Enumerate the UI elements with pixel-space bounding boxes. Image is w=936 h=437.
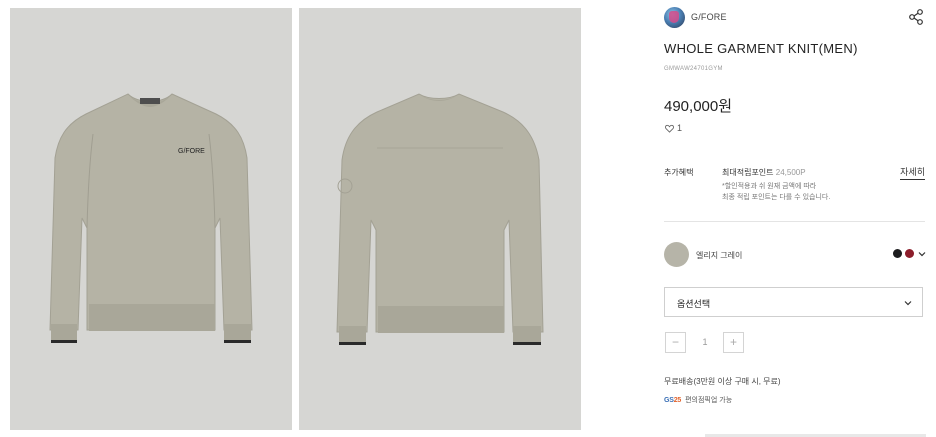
quantity-increase-button[interactable]: + xyxy=(723,332,744,353)
pickup-info: GS25 편의점픽업 가능 xyxy=(664,395,732,405)
selected-color-name: 엘리지 그레이 xyxy=(696,251,743,260)
product-image-front[interactable]: G/FORE xyxy=(10,8,292,430)
sweater-back-illustration xyxy=(336,93,544,345)
share-icon[interactable] xyxy=(908,9,924,25)
product-price: 490,000원 xyxy=(664,98,733,115)
quantity-value[interactable]: 1 xyxy=(693,337,717,347)
benefit-note: *할인적용과 쉬 원재 금액에 따라 최종 적립 포인트는 다를 수 있습니다. xyxy=(722,181,872,203)
chevron-down-icon[interactable] xyxy=(918,250,926,258)
max-points-value: 24,500P xyxy=(775,168,806,177)
divider xyxy=(664,221,925,222)
product-sku: GMWAW24701GYM xyxy=(664,66,723,72)
like-button[interactable]: 1 xyxy=(665,123,682,133)
brand-name[interactable]: G/FORE xyxy=(691,12,727,22)
chest-logo: G/FORE xyxy=(178,148,205,155)
heart-icon xyxy=(665,124,674,133)
benefit-note-line2: 최종 적립 포인트는 다를 수 있습니다. xyxy=(722,194,831,201)
option-select[interactable]: 옵션선택 xyxy=(664,287,923,317)
brand-avatar-icon[interactable] xyxy=(664,7,685,28)
like-count: 1 xyxy=(677,123,683,133)
brand-row: G/FORE xyxy=(664,7,926,29)
sweater-front-illustration: G/FORE xyxy=(49,93,253,343)
color-option-black[interactable] xyxy=(893,249,902,258)
pickup-text: 편의점픽업 가능 xyxy=(685,397,733,404)
gs25-logo-text-a: GS xyxy=(664,396,674,404)
benefit-label: 추가혜택 xyxy=(664,168,694,177)
color-options xyxy=(893,249,926,258)
gs25-logo-icon: GS25 xyxy=(664,397,681,404)
max-points: 최대적립포인트 24,500P xyxy=(722,167,806,178)
product-image-back[interactable] xyxy=(299,8,581,430)
shipping-info: 무료배송(3만원 이상 구매 시, 무료) xyxy=(664,377,781,386)
detail-link[interactable]: 자세히 xyxy=(900,165,925,180)
benefit-note-line1: *할인적용과 쉬 원재 금액에 따라 xyxy=(722,183,817,190)
option-select-label: 옵션선택 xyxy=(677,299,711,309)
quantity-stepper: − 1 + xyxy=(665,332,745,354)
color-selector: 엘리지 그레이 xyxy=(664,242,926,268)
chevron-down-icon xyxy=(904,301,912,306)
gs25-logo-text-b: 25 xyxy=(673,396,682,404)
max-points-label: 최대적립포인트 xyxy=(722,168,774,177)
color-option-red[interactable] xyxy=(905,249,914,258)
selected-color-swatch[interactable] xyxy=(664,242,689,267)
quantity-decrease-button[interactable]: − xyxy=(665,332,686,353)
product-title: WHOLE GARMENT KNIT(MEN) xyxy=(664,41,858,56)
product-info-panel: G/FORE WHOLE GARMENT KNIT(MEN) GMWAW2470… xyxy=(664,0,926,437)
